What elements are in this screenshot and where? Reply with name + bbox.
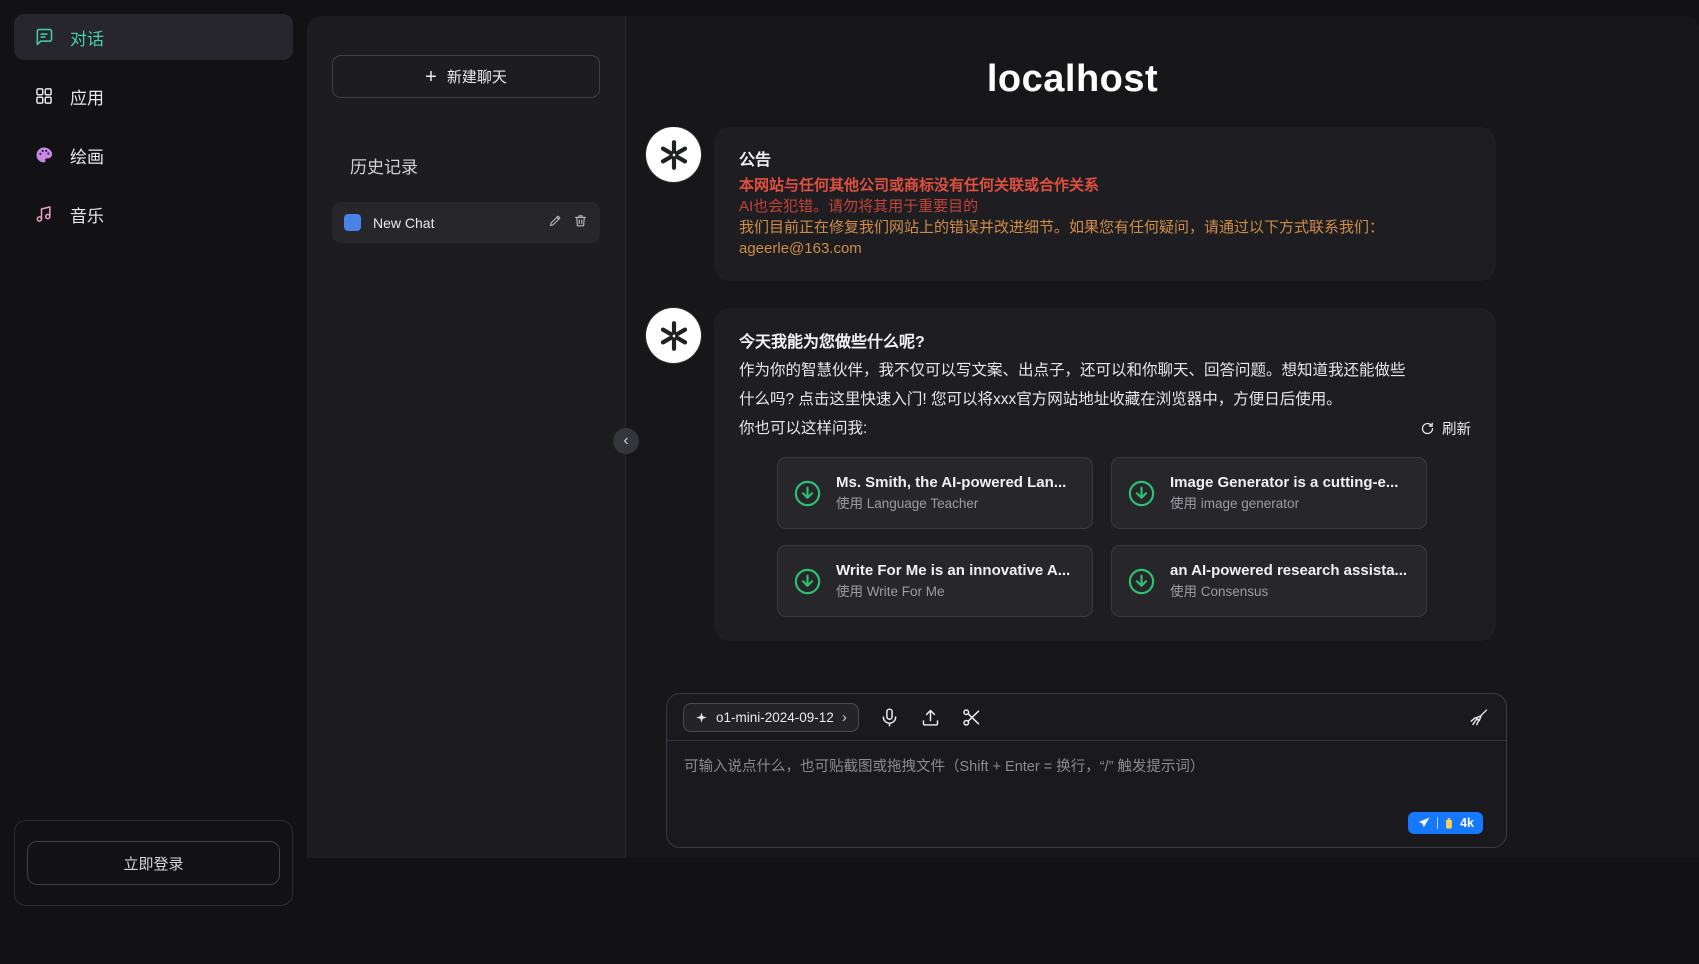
refresh-button[interactable]: 刷新 — [1420, 418, 1471, 439]
suggestion-subtitle: 使用 Consensus — [1170, 582, 1407, 602]
suggestion-card[interactable]: Image Generator is a cutting-e... 使用 ima… — [1111, 457, 1427, 529]
openai-logo-icon — [656, 137, 692, 173]
refresh-label: 刷新 — [1442, 418, 1471, 439]
suggestion-grid: Ms. Smith, the AI-powered Lan... 使用 Lang… — [777, 457, 1427, 617]
chevron-right-icon: › — [842, 709, 847, 726]
new-chat-label: 新建聊天 — [447, 66, 507, 87]
sidebar-item-label: 音乐 — [70, 202, 104, 227]
upload-button[interactable] — [920, 707, 941, 728]
login-button[interactable]: 立即登录 — [27, 841, 280, 885]
announcement-card: 公告 本网站与任何其他公司或商标没有任何关联或合作关系 AI也会犯错。请勿将其用… — [714, 127, 1496, 281]
suggestion-title: an AI-powered research assista... — [1170, 560, 1407, 582]
announcement-heading: 公告 — [739, 149, 1471, 173]
clear-context-button[interactable] — [1469, 707, 1490, 728]
app-root: 对话 应用 绘画 — [0, 0, 1699, 964]
assistant-avatar — [646, 127, 701, 182]
broom-icon — [1469, 707, 1490, 728]
chevron-left-icon: ‹ — [623, 433, 628, 449]
assistant-avatar — [646, 308, 701, 363]
announcement-line: AI也会犯错。请勿将其用于重要目的 — [739, 196, 1471, 217]
palette-icon — [33, 144, 55, 166]
download-circle-icon — [792, 478, 823, 509]
suggestion-card[interactable]: Ms. Smith, the AI-powered Lan... 使用 Lang… — [777, 457, 1093, 529]
suggestion-text: Write For Me is an innovative A... 使用 Wr… — [836, 560, 1070, 602]
scissors-icon — [961, 707, 982, 728]
contact-email-link[interactable]: ageerle@163.com — [739, 238, 862, 259]
model-selector[interactable]: o1-mini-2024-09-12 › — [683, 703, 859, 732]
chat-item-avatar — [344, 214, 361, 231]
welcome-body: 作为你的智慧伙伴，我不仅可以写文案、出点子，还可以和你聊天、回答问题。想知道我还… — [739, 356, 1419, 414]
openai-logo-icon — [656, 318, 692, 354]
upload-icon — [920, 707, 941, 728]
chat-icon — [33, 26, 55, 48]
message-input[interactable] — [667, 741, 1506, 847]
microphone-button[interactable] — [879, 707, 900, 728]
sidebar-item-drawing[interactable]: 绘画 — [14, 132, 293, 178]
refresh-icon — [1420, 421, 1435, 436]
music-icon — [33, 203, 55, 225]
download-circle-icon — [1126, 566, 1157, 597]
model-label: o1-mini-2024-09-12 — [716, 710, 834, 725]
message-row: 今天我能为您做些什么呢? 作为你的智慧伙伴，我不仅可以写文案、出点子，还可以和你… — [646, 308, 1496, 641]
welcome-card: 今天我能为您做些什么呢? 作为你的智慧伙伴，我不仅可以写文案、出点子，还可以和你… — [714, 308, 1496, 641]
download-circle-icon — [1126, 478, 1157, 509]
battery-icon — [1444, 817, 1454, 830]
sidebar-item-label: 应用 — [70, 84, 104, 109]
sidebar-item-chat[interactable]: 对话 — [14, 14, 293, 60]
suggestion-title: Image Generator is a cutting-e... — [1170, 472, 1398, 494]
suggestion-text: Image Generator is a cutting-e... 使用 ima… — [1170, 472, 1398, 514]
chat-window: + 新建聊天 历史记录 New Chat — [307, 16, 1699, 858]
suggestion-text: Ms. Smith, the AI-powered Lan... 使用 Lang… — [836, 472, 1066, 514]
badge-divider — [1437, 817, 1438, 829]
message-row: 公告 本网站与任何其他公司或商标没有任何关联或合作关系 AI也会犯错。请勿将其用… — [646, 127, 1496, 281]
send-plane-icon — [1417, 816, 1431, 830]
plus-icon: + — [425, 67, 437, 87]
suggestion-subtitle: 使用 Write For Me — [836, 582, 1070, 602]
history-title: 历史记录 — [350, 153, 600, 178]
chat-list-panel: + 新建聊天 历史记录 New Chat — [307, 16, 625, 858]
sidebar: 对话 应用 绘画 — [0, 0, 307, 964]
main-panel: ‹ localhost — [625, 16, 1699, 858]
apps-icon — [33, 85, 55, 107]
composer: o1-mini-2024-09-12 › — [666, 693, 1507, 848]
chat-list-item[interactable]: New Chat — [332, 202, 600, 243]
suggestion-subtitle: 使用 Language Teacher — [836, 494, 1066, 514]
login-panel: 立即登录 — [14, 820, 293, 906]
suggestion-subtitle: 使用 image generator — [1170, 494, 1398, 514]
ask-line: 你也可以这样问我: — [739, 414, 867, 443]
edit-icon[interactable] — [548, 213, 563, 233]
message-list: 公告 本网站与任何其他公司或商标没有任何关联或合作关系 AI也会犯错。请勿将其用… — [626, 127, 1699, 683]
download-circle-icon — [792, 566, 823, 597]
page-title: localhost — [646, 58, 1499, 101]
new-chat-button[interactable]: + 新建聊天 — [332, 55, 600, 98]
suggestion-title: Ms. Smith, the AI-powered Lan... — [836, 472, 1066, 494]
suggestion-card[interactable]: Write For Me is an innovative A... 使用 Wr… — [777, 545, 1093, 617]
delete-icon[interactable] — [573, 213, 588, 233]
suggestion-title: Write For Me is an innovative A... — [836, 560, 1070, 582]
chat-item-title: New Chat — [373, 215, 536, 231]
ask-row: 你也可以这样问我: 刷新 — [739, 414, 1471, 443]
announcement-line: 我们目前正在修复我们网站上的错误并改进细节。如果您有任何疑问，请通过以下方式联系… — [739, 217, 1471, 238]
sidebar-item-apps[interactable]: 应用 — [14, 73, 293, 119]
sparkle-icon — [695, 711, 708, 724]
sidebar-item-label: 绘画 — [70, 143, 104, 168]
suggestion-card[interactable]: an AI-powered research assista... 使用 Con… — [1111, 545, 1427, 617]
send-token-badge[interactable]: 4k — [1408, 812, 1483, 834]
sidebar-item-label: 对话 — [70, 25, 104, 50]
chat-item-actions — [548, 213, 588, 233]
announcement-line: 本网站与任何其他公司或商标没有任何关联或合作关系 — [739, 175, 1471, 196]
suggestion-text: an AI-powered research assista... 使用 Con… — [1170, 560, 1407, 602]
sidebar-item-music[interactable]: 音乐 — [14, 191, 293, 237]
microphone-icon — [879, 707, 900, 728]
scissors-button[interactable] — [961, 707, 982, 728]
token-count: 4k — [1460, 816, 1474, 830]
collapse-sidebar-button[interactable]: ‹ — [613, 428, 639, 454]
composer-toolbar: o1-mini-2024-09-12 › — [667, 694, 1506, 741]
welcome-heading: 今天我能为您做些什么呢? — [739, 330, 1471, 356]
